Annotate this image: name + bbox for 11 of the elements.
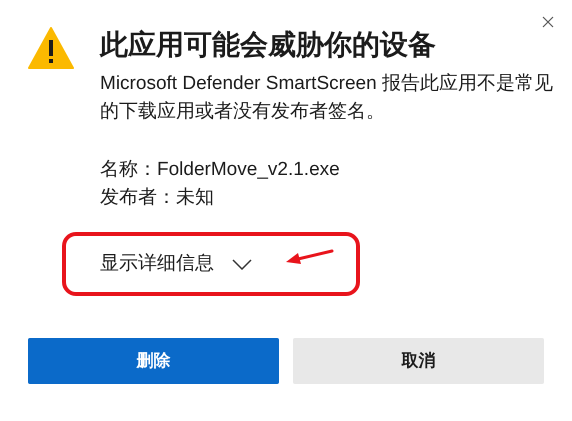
show-details-toggle[interactable]: 显示详细信息: [100, 250, 252, 278]
info-line: 名称：FolderMove_v2.1.exe: [100, 158, 341, 182]
chevron-icon: [232, 258, 252, 270]
arrow-icon: [284, 248, 334, 266]
cancel-button[interactable]: 取消: [293, 338, 544, 384]
dialog-title: 此应用可能会威胁你的设备: [100, 28, 437, 62]
delete-button[interactable]: 删除: [28, 338, 279, 384]
warning-message: Microsoft Defender SmartScreen 报告此应用不是常见的下载应用或者没有发布者签名。: [100, 72, 554, 124]
warning-icon: [28, 26, 74, 70]
info-line: 发布者：未知: [100, 186, 215, 210]
close-icon: [542, 16, 554, 28]
